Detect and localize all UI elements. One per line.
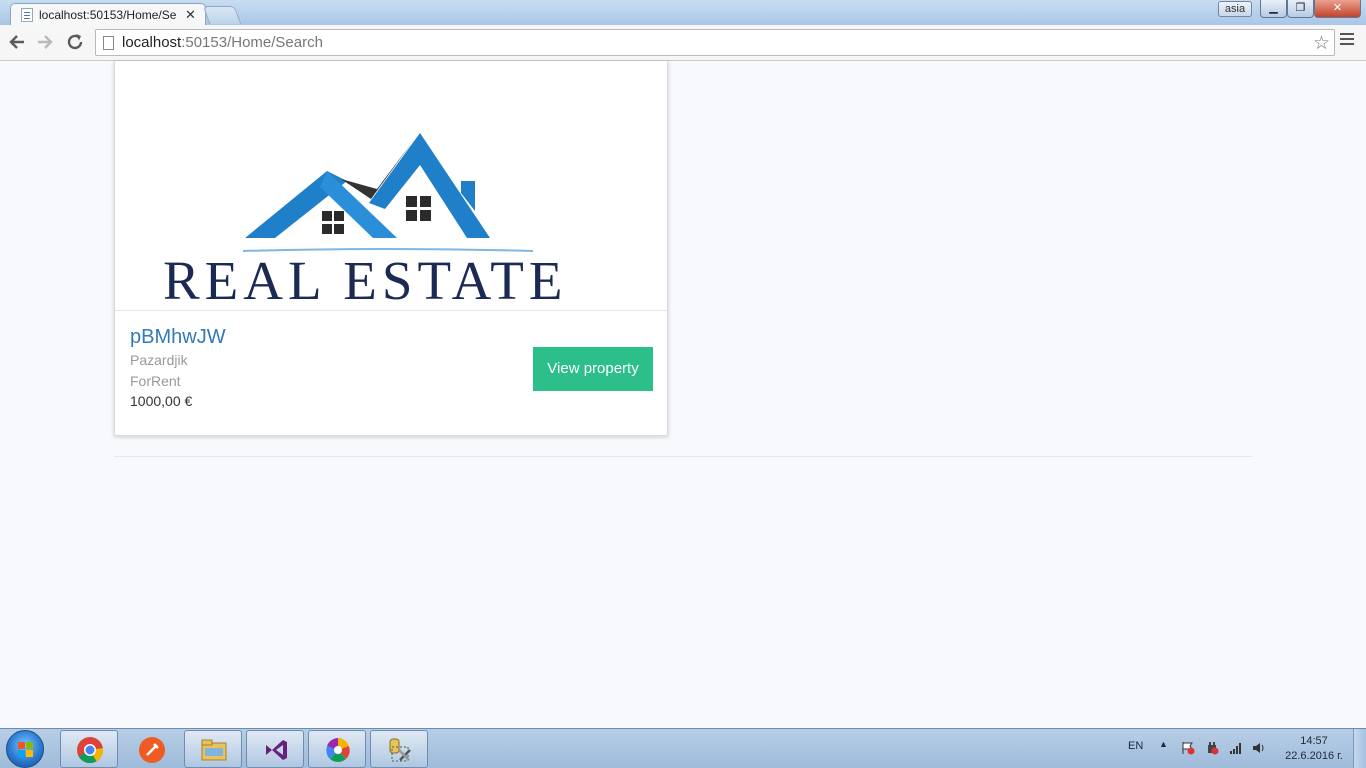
property-details: pBMhwJW Pazardjik ForRent 1000,00 € View… bbox=[115, 310, 667, 435]
view-property-button[interactable]: View property bbox=[533, 347, 653, 391]
taskbar-chrome-button[interactable] bbox=[60, 730, 118, 768]
page-icon bbox=[103, 35, 114, 50]
forward-arrow-icon[interactable] bbox=[34, 31, 56, 53]
volume-icon[interactable] bbox=[1252, 741, 1266, 755]
tab-close-icon[interactable]: ✕ bbox=[185, 7, 196, 23]
back-arrow-icon[interactable] bbox=[6, 31, 28, 53]
chrome-icon bbox=[77, 737, 104, 764]
tab-title: localhost:50153/Home/Se bbox=[39, 8, 177, 22]
content-divider bbox=[114, 456, 1252, 457]
property-title-link[interactable]: pBMhwJW bbox=[130, 326, 226, 349]
picasa-icon bbox=[326, 738, 350, 763]
address-url: localhost:50153/Home/Search bbox=[122, 34, 323, 51]
property-offer-type: ForRent bbox=[130, 373, 181, 389]
taskbar-visualstudio-button[interactable] bbox=[246, 730, 304, 768]
star-icon[interactable]: ☆ bbox=[1313, 32, 1330, 55]
new-tab-button[interactable] bbox=[202, 6, 242, 24]
hamburger-menu-icon[interactable] bbox=[1340, 33, 1354, 47]
windows-taskbar: EN ▲ 14:57 22.6.2016 г. bbox=[0, 728, 1366, 768]
profile-badge[interactable]: asia bbox=[1218, 1, 1252, 17]
system-clock[interactable]: 14:57 22.6.2016 г. bbox=[1276, 734, 1352, 764]
page-content: REAL ESTATE pBMhwJW Pazardjik ForRent 10… bbox=[0, 61, 1366, 728]
address-bar[interactable]: localhost:50153/Home/Search ☆ bbox=[95, 29, 1335, 56]
property-price: 1000,00 € bbox=[130, 393, 193, 409]
browser-titlebar: localhost:50153/Home/Se ✕ asia ▁ ❐ ✕ bbox=[0, 0, 1366, 26]
database-tools-icon bbox=[389, 738, 411, 762]
browser-tab[interactable]: localhost:50153/Home/Se ✕ bbox=[10, 3, 206, 26]
language-indicator[interactable]: EN bbox=[1128, 740, 1143, 752]
browser-toolbar: localhost:50153/Home/Search ☆ bbox=[0, 25, 1366, 61]
url-path: :50153/Home/Search bbox=[181, 34, 323, 51]
minimize-button[interactable]: ▁ bbox=[1260, 0, 1287, 18]
clock-time: 14:57 bbox=[1300, 735, 1328, 747]
show-hidden-icons-icon[interactable]: ▲ bbox=[1159, 739, 1168, 749]
taskbar-postman-button[interactable] bbox=[122, 730, 180, 768]
maximize-button[interactable]: ❐ bbox=[1287, 0, 1314, 18]
logo-text: REAL ESTATE bbox=[163, 250, 568, 311]
property-card: REAL ESTATE pBMhwJW Pazardjik ForRent 10… bbox=[114, 61, 668, 436]
page-favicon-icon bbox=[21, 8, 33, 22]
taskbar-dbtools-button[interactable] bbox=[370, 730, 428, 768]
file-explorer-icon bbox=[201, 739, 227, 761]
taskbar-picasa-button[interactable] bbox=[308, 730, 366, 768]
action-center-flag-icon[interactable] bbox=[1181, 741, 1195, 755]
property-town: Pazardjik bbox=[130, 352, 188, 368]
power-plug-icon[interactable] bbox=[1205, 741, 1219, 755]
postman-icon bbox=[139, 737, 165, 763]
show-desktop-button[interactable] bbox=[1353, 729, 1366, 768]
url-host: localhost bbox=[122, 34, 182, 51]
network-signal-icon[interactable] bbox=[1229, 741, 1243, 755]
close-window-button[interactable]: ✕ bbox=[1314, 0, 1361, 18]
windows-flag-icon bbox=[18, 742, 34, 758]
reload-icon[interactable] bbox=[64, 31, 86, 53]
property-image: REAL ESTATE bbox=[115, 61, 667, 311]
visual-studio-icon bbox=[266, 740, 287, 760]
start-button[interactable] bbox=[6, 730, 44, 768]
clock-date: 22.6.2016 г. bbox=[1285, 750, 1343, 762]
taskbar-explorer-button[interactable] bbox=[184, 730, 242, 768]
